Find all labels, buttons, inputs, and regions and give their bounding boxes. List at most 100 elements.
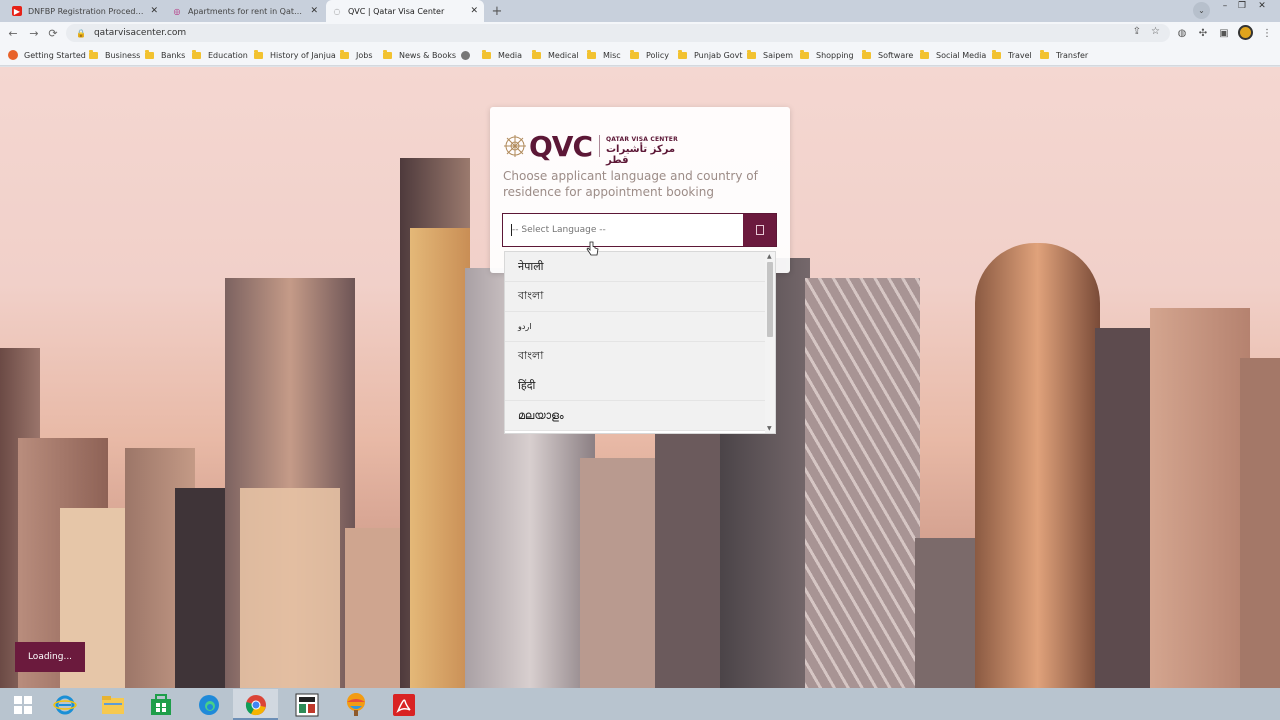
dropdown-scrollbar[interactable]: ▲ ▼ — [765, 252, 775, 433]
language-dropdown-list: नेपाली বাংলা اردو বাংলা हिंदी മലയാളം ▲ ▼ — [504, 251, 776, 434]
bookmark-label: Software — [878, 50, 914, 60]
folder-icon — [587, 49, 596, 59]
youtube-icon: ▶ — [12, 6, 22, 16]
folder-icon — [383, 49, 392, 59]
new-tab-button[interactable]: + — [488, 2, 506, 20]
language-dropdown-button[interactable] — [743, 214, 776, 246]
bookmark-label: Media — [498, 50, 523, 60]
address-bar[interactable]: 🔒 qatarvisacenter.com ⇪ ☆ — [66, 24, 1170, 42]
bookmark-travel[interactable]: Travel — [992, 44, 1032, 66]
qvc-english-name: QATAR VISA CENTER — [606, 136, 678, 143]
bookmark-saipem[interactable]: Saipem — [747, 44, 793, 66]
puzzle-icon[interactable]: ✣ — [1195, 25, 1211, 41]
restore-icon[interactable]: ❐ — [1234, 0, 1250, 12]
close-tab-icon[interactable]: ✕ — [150, 6, 158, 16]
firefox-icon — [8, 50, 18, 60]
browser-tab-dnfbp[interactable]: ▶ DNFBP Registration Procedure | ✕ — [6, 0, 164, 22]
extension-icon[interactable]: ◍ — [1174, 25, 1190, 41]
forward-icon[interactable]: → — [27, 26, 41, 40]
folder-icon — [89, 49, 98, 59]
folder-icon — [482, 49, 491, 59]
language-option-bangla-2[interactable]: বাংলা — [505, 342, 767, 372]
folder-icon — [920, 49, 929, 59]
paint-icon[interactable] — [333, 689, 378, 720]
language-option-hindi[interactable]: हिंदी — [505, 371, 767, 401]
bookmark-star-icon[interactable]: ☆ — [1151, 26, 1160, 37]
browser-tabstrip: ▶ DNFBP Registration Procedure | ✕ ◎ Apa… — [0, 0, 1280, 22]
side-panel-icon[interactable]: ▣ — [1216, 25, 1232, 41]
dropdown-icon — [755, 225, 764, 235]
bookmark-software[interactable]: Software — [862, 44, 913, 66]
address-url: qatarvisacenter.com — [93, 28, 187, 38]
close-tab-icon[interactable]: ✕ — [470, 6, 478, 16]
windows-start-icon[interactable] — [0, 689, 45, 720]
language-option-nepali[interactable]: नेपाली — [505, 252, 767, 282]
tab-title: QVC | Qatar Visa Center — [348, 6, 445, 16]
scroll-down-icon[interactable]: ▼ — [767, 425, 772, 432]
hand-cursor-icon — [586, 241, 599, 256]
back-icon[interactable]: ← — [6, 26, 20, 40]
share-icon[interactable]: ⇪ — [1133, 26, 1141, 37]
lock-icon: 🔒 — [76, 28, 86, 38]
tab-search-icon[interactable]: ⌄ — [1193, 2, 1210, 19]
bookmark-social-media[interactable]: Social Media — [920, 44, 986, 66]
close-tab-icon[interactable]: ✕ — [310, 6, 318, 16]
language-select[interactable] — [502, 213, 777, 247]
chrome-icon[interactable] — [233, 689, 278, 720]
bookmark-media[interactable]: Media — [482, 44, 522, 66]
bookmark-label: Shopping — [816, 50, 854, 60]
logo-divider — [599, 135, 600, 157]
tab-title: Apartments for rent in Qatar | Q — [188, 6, 305, 16]
bookmark-banks[interactable]: Banks — [145, 44, 185, 66]
language-search-input[interactable] — [504, 215, 742, 245]
scrollbar-thumb[interactable] — [767, 262, 773, 337]
bookmark-label: Policy — [646, 50, 670, 60]
bookmark-label: Banks — [161, 50, 186, 60]
menu-kebab-icon[interactable]: ⋮ — [1259, 25, 1275, 41]
bookmark-education[interactable]: Education — [192, 44, 248, 66]
browser-toolbar: ← → ⟳ 🔒 qatarvisacenter.com ⇪ ☆ ◍ ✣ ▣ ⋮ — [0, 22, 1280, 44]
profile-avatar[interactable] — [1238, 25, 1253, 40]
minimize-icon[interactable]: – — [1217, 0, 1233, 12]
folder-icon — [340, 49, 349, 59]
folder-icon — [630, 49, 639, 59]
browser-tab-apartments[interactable]: ◎ Apartments for rent in Qatar | Q ✕ — [166, 0, 324, 22]
bookmark-news-books[interactable]: News & Books — [383, 44, 456, 66]
qvc-wordmark: QVC — [529, 130, 593, 163]
bookmark-misc[interactable]: Misc — [587, 44, 621, 66]
bookmark-globe[interactable] — [461, 44, 477, 66]
reload-icon[interactable]: ⟳ — [46, 26, 60, 40]
listing-icon: ◎ — [173, 6, 181, 16]
folder-icon — [145, 49, 154, 59]
bookmark-label: Medical — [548, 50, 579, 60]
close-window-icon[interactable]: ✕ — [1254, 0, 1270, 12]
folder-icon — [1040, 49, 1049, 59]
bookmark-transfer[interactable]: Transfer — [1040, 44, 1088, 66]
language-option-urdu[interactable]: اردو — [505, 312, 767, 342]
language-option-bangla[interactable]: বাংলা — [505, 282, 767, 312]
bookmark-punjab-govt[interactable]: Punjab Govt — [678, 44, 743, 66]
bookmark-shopping[interactable]: Shopping — [800, 44, 854, 66]
bookmark-label: Jobs — [356, 50, 373, 60]
file-explorer-icon[interactable] — [90, 689, 135, 720]
instruction-text: Choose applicant language and country of… — [503, 169, 758, 199]
edge-icon[interactable] — [186, 689, 231, 720]
app-icon[interactable] — [284, 689, 329, 720]
browser-tab-qvc[interactable]: ◌ QVC | Qatar Visa Center ✕ — [326, 0, 484, 22]
loading-indicator: Loading... — [15, 642, 85, 672]
bookmark-business[interactable]: Business — [89, 44, 140, 66]
folder-icon — [800, 49, 809, 59]
acrobat-icon[interactable] — [381, 689, 426, 720]
scroll-up-icon[interactable]: ▲ — [767, 253, 772, 260]
bookmark-policy[interactable]: Policy — [630, 44, 669, 66]
bookmark-medical[interactable]: Medical — [532, 44, 579, 66]
store-icon[interactable] — [138, 689, 183, 720]
bookmark-getting-started[interactable]: Getting Started — [8, 44, 86, 66]
bookmark-label: Punjab Govt — [694, 50, 743, 60]
internet-explorer-icon[interactable] — [42, 689, 87, 720]
globe-icon — [461, 50, 470, 60]
bookmark-history-of-janjua[interactable]: History of Janjua — [254, 44, 336, 66]
bookmark-jobs[interactable]: Jobs — [340, 44, 373, 66]
bookmark-label: Business — [105, 50, 141, 60]
language-option-malayalam[interactable]: മലയാളം — [505, 401, 767, 431]
